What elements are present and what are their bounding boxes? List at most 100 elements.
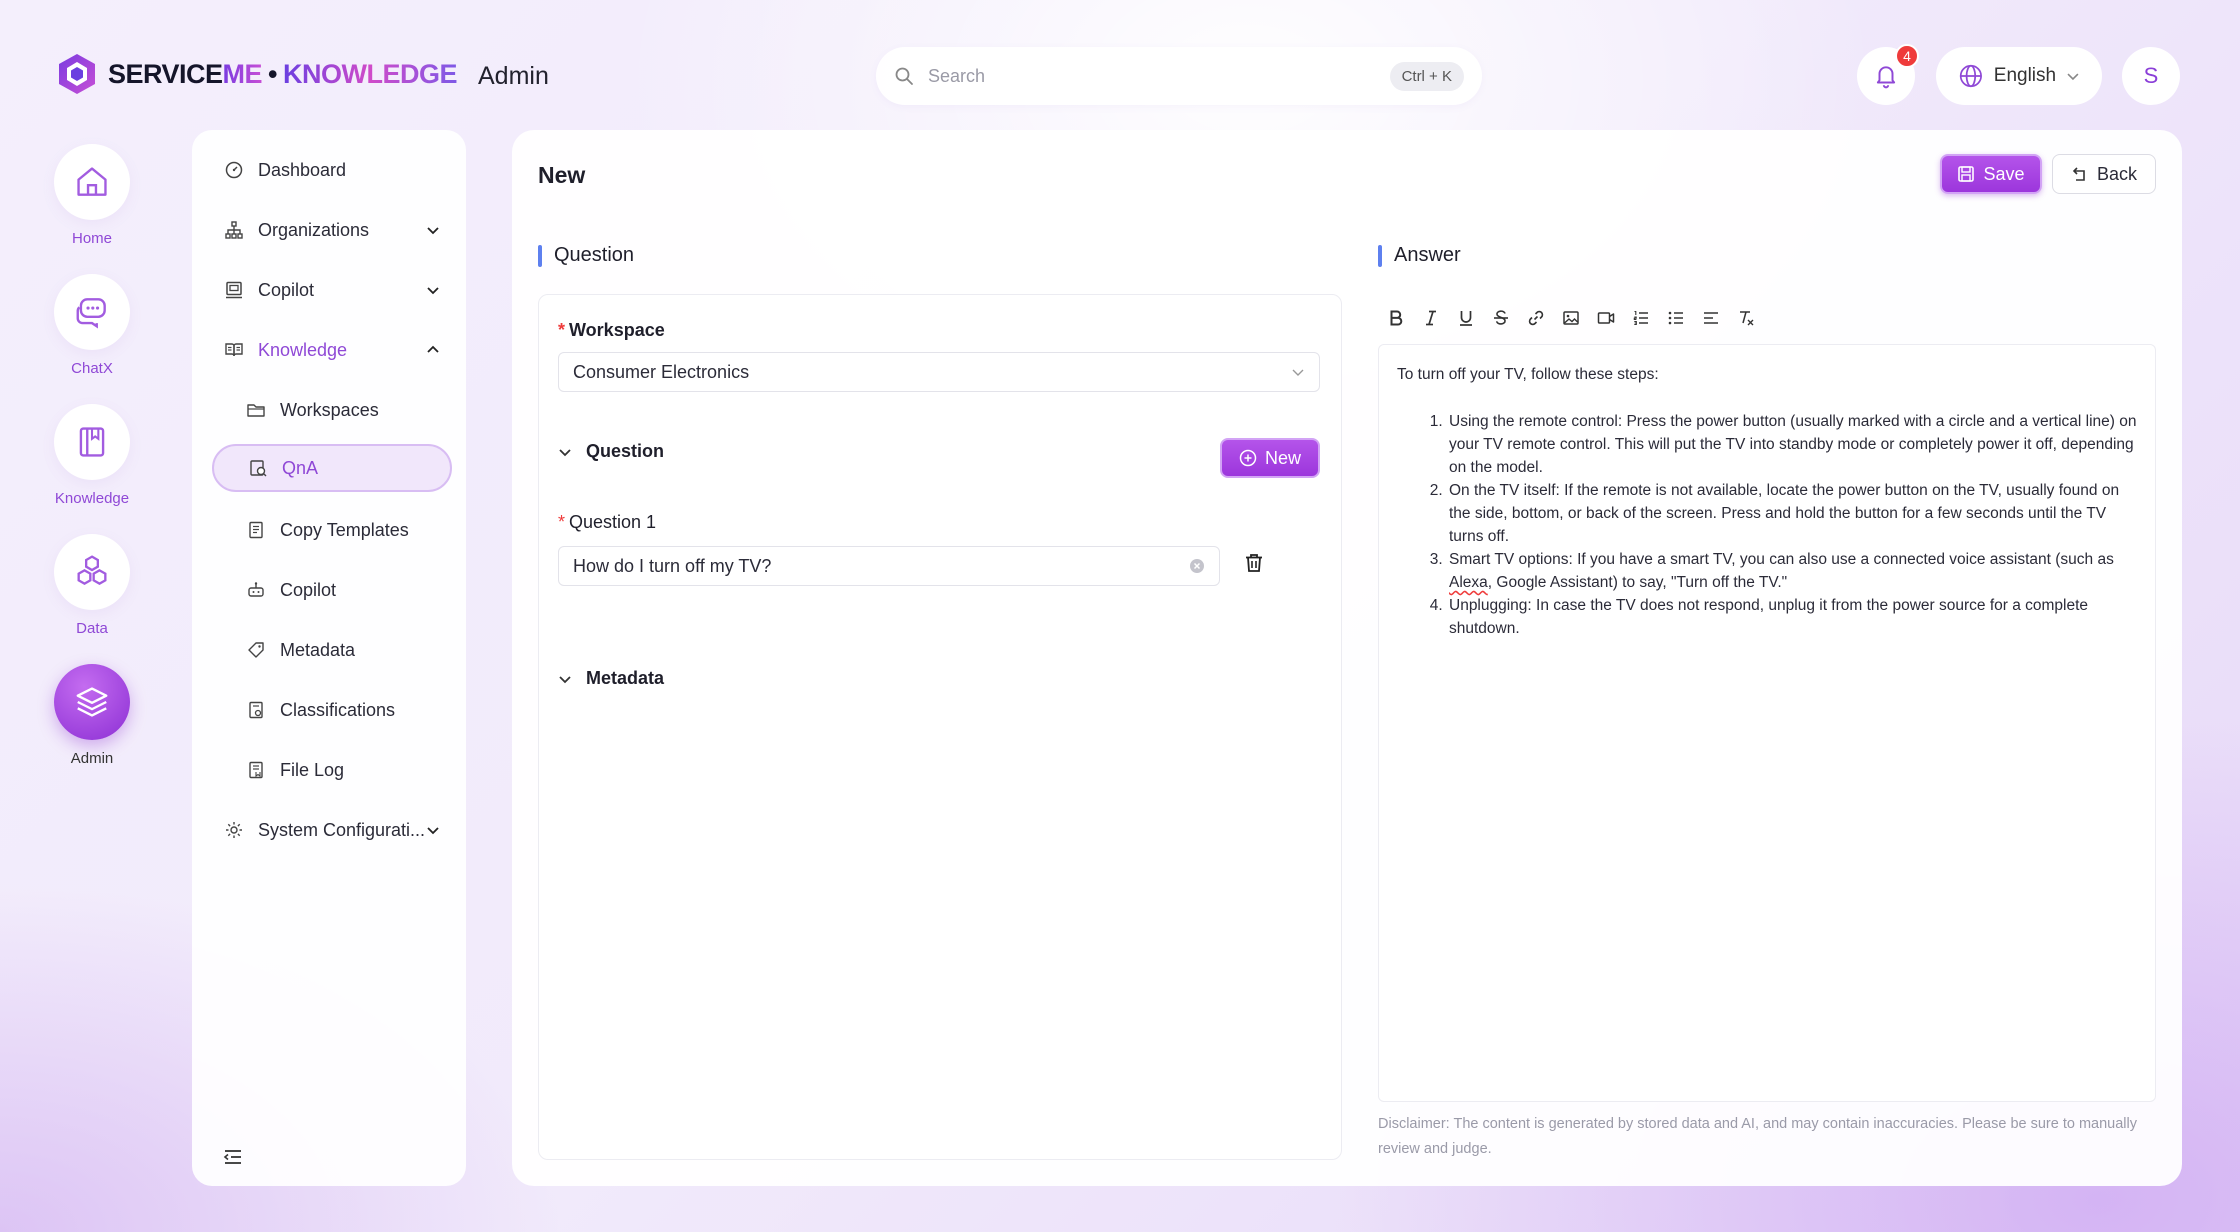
workspace-label: * Workspace xyxy=(558,320,665,341)
new-question-button[interactable]: New xyxy=(1220,438,1320,478)
answer-intro: To turn off your TV, follow these steps: xyxy=(1397,366,1659,383)
sidenav-label: Copy Templates xyxy=(280,519,409,540)
workspace-select[interactable]: Consumer Electronics xyxy=(558,352,1320,392)
rail-admin[interactable]: Admin xyxy=(52,664,132,767)
sidenav-copy-templates[interactable]: Copy Templates xyxy=(212,506,452,554)
language-selector[interactable]: English xyxy=(1936,47,2102,105)
bold-button[interactable] xyxy=(1384,306,1407,329)
ordered-list-button[interactable] xyxy=(1629,306,1652,329)
link-button[interactable] xyxy=(1524,306,1547,329)
sidenav-dashboard[interactable]: Dashboard xyxy=(212,146,452,194)
question1-label: * Question 1 xyxy=(558,512,656,533)
folder-icon xyxy=(246,400,266,420)
question1-input[interactable]: How do I turn off my TV? xyxy=(558,546,1220,586)
hexagons-icon xyxy=(77,555,107,586)
rail-label-admin: Admin xyxy=(70,750,114,767)
search-bar[interactable]: Ctrl + K xyxy=(876,47,1482,105)
question1-value: How do I turn off my TV? xyxy=(573,555,772,576)
rail-label-chatx: ChatX xyxy=(71,360,113,377)
rail-knowledge[interactable]: Knowledge xyxy=(52,404,132,507)
search-input[interactable] xyxy=(928,65,1390,87)
answer-step: On the TV itself: If the remote is not a… xyxy=(1447,479,2137,548)
header-title: Admin xyxy=(478,62,549,90)
save-button[interactable]: Save xyxy=(1940,154,2042,194)
rail-admin-button[interactable] xyxy=(54,664,130,740)
app-logo[interactable]: SERVICEME • KNOWLEDGE xyxy=(56,52,458,96)
strikethrough-button[interactable] xyxy=(1489,306,1512,329)
back-button[interactable]: Back xyxy=(2052,154,2156,194)
sidenav-label: Copilot xyxy=(280,579,337,600)
logo-part-service: SERVICE xyxy=(108,58,223,89)
answer-step: Smart TV options: If you have a smart TV… xyxy=(1447,548,2137,594)
misspelled-word: Alexa xyxy=(1449,574,1488,591)
logo-part-me: ME xyxy=(222,58,263,89)
sidenav-system-configuration[interactable]: System Configurati... xyxy=(212,806,452,854)
metadata-label: Metadata xyxy=(586,668,665,688)
chevron-down-icon xyxy=(559,675,571,683)
underline-icon xyxy=(1459,310,1472,326)
chevron-up-icon xyxy=(427,345,439,353)
question-section-heading: Question xyxy=(538,244,634,267)
italic-button[interactable] xyxy=(1419,306,1442,329)
video-icon xyxy=(1597,311,1614,324)
rail-label-home: Home xyxy=(71,230,112,247)
layers-icon xyxy=(76,687,108,717)
sidenav-workspaces[interactable]: Workspaces xyxy=(212,386,452,434)
rail-chatx-button[interactable] xyxy=(54,274,130,350)
tag-icon xyxy=(246,640,266,660)
clear-format-icon xyxy=(1739,310,1753,325)
trash-icon[interactable] xyxy=(1242,551,1266,575)
bullet-list-button[interactable] xyxy=(1664,306,1687,329)
open-book-icon xyxy=(224,340,244,360)
save-label: Save xyxy=(1983,163,2025,184)
sidenav-qna[interactable]: QnA xyxy=(212,444,452,492)
sidenav-label: System Configurati... xyxy=(258,819,426,840)
rail-knowledge-button[interactable] xyxy=(54,404,130,480)
collapse-sidebar-icon[interactable] xyxy=(222,1146,244,1168)
search-shortcut: Ctrl + K xyxy=(1389,61,1464,91)
metadata-toggle[interactable]: Metadata xyxy=(558,668,664,689)
sidenav-knowledge[interactable]: Knowledge xyxy=(212,326,452,374)
answer-editor[interactable]: To turn off your TV, follow these steps:… xyxy=(1378,344,2156,1102)
rail-label-knowledge: Knowledge xyxy=(54,490,130,507)
video-button[interactable] xyxy=(1594,306,1617,329)
question-group-label: Question xyxy=(586,441,665,461)
robot-icon xyxy=(246,580,266,600)
copilot-icon xyxy=(224,280,244,300)
plus-circle-icon xyxy=(1239,449,1257,467)
strikethrough-icon xyxy=(1493,309,1508,325)
workspace-label-text: Workspace xyxy=(569,320,665,340)
align-button[interactable] xyxy=(1699,306,1722,329)
image-icon xyxy=(1562,310,1579,325)
clear-format-button[interactable] xyxy=(1734,306,1757,329)
rail-home[interactable]: Home xyxy=(52,144,132,247)
sidenav-copilot[interactable]: Copilot xyxy=(212,266,452,314)
rail-chatx[interactable]: ChatX xyxy=(52,274,132,377)
chat-icon xyxy=(76,298,106,329)
sidenav-label: QnA xyxy=(282,457,319,478)
sidenav-classifications[interactable]: Classifications xyxy=(212,686,452,734)
logo-wordmark: SERVICEME • KNOWLEDGE xyxy=(108,58,458,90)
clear-icon[interactable] xyxy=(1189,558,1205,574)
rail-home-button[interactable] xyxy=(54,144,130,220)
sidenav-label: Workspaces xyxy=(280,399,379,420)
sidenav-file-log[interactable]: File Log xyxy=(212,746,452,794)
underline-button[interactable] xyxy=(1454,306,1477,329)
sidenav-label: Classifications xyxy=(280,699,396,720)
sidenav-copilot-sub[interactable]: Copilot xyxy=(212,566,452,614)
notifications-button[interactable]: 4 xyxy=(1857,44,1919,105)
italic-icon xyxy=(1425,310,1436,325)
question-group-toggle[interactable]: Question xyxy=(558,441,664,462)
rail-data[interactable]: Data xyxy=(52,534,132,637)
org-chart-icon xyxy=(224,220,244,240)
qna-icon xyxy=(248,458,268,478)
sidenav-label: Copilot xyxy=(258,279,315,300)
rail-data-button[interactable] xyxy=(54,534,130,610)
sidenav-organizations[interactable]: Organizations xyxy=(212,206,452,254)
dashboard-icon xyxy=(224,160,244,180)
sidenav-metadata[interactable]: Metadata xyxy=(212,626,452,674)
image-button[interactable] xyxy=(1559,306,1582,329)
sidenav-label: File Log xyxy=(280,759,345,780)
sidenav-label: Metadata xyxy=(280,639,356,660)
user-avatar[interactable]: S xyxy=(2122,47,2180,105)
